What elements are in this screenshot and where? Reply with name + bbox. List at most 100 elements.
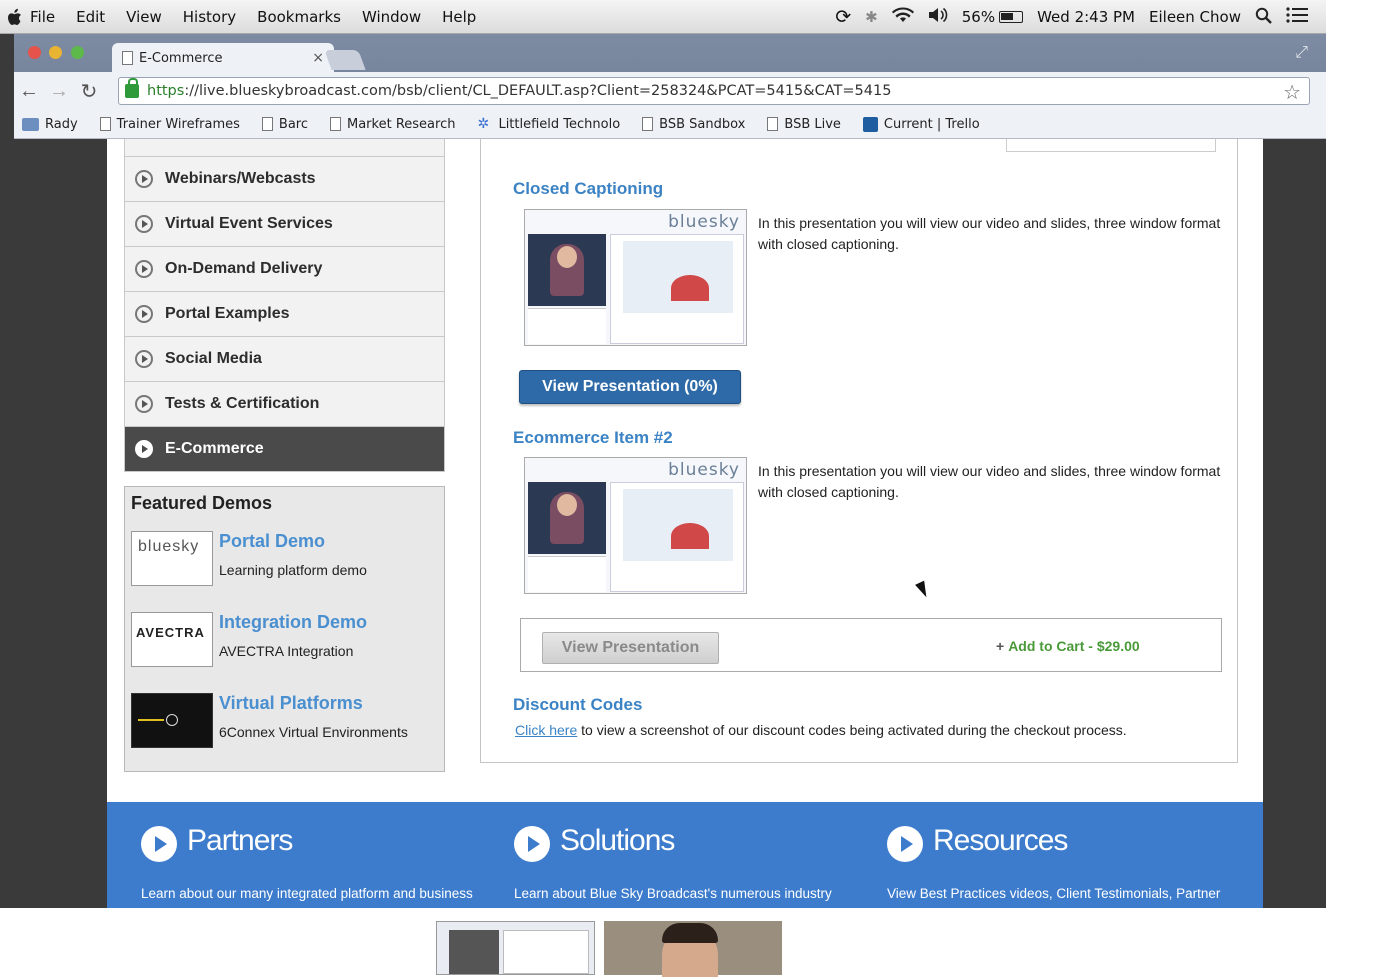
- footer-title[interactable]: Resources: [933, 824, 1068, 858]
- clock[interactable]: Wed 2:43 PM: [1037, 8, 1135, 26]
- user-name[interactable]: Eileen Chow: [1149, 8, 1241, 26]
- sidebar-item-portal-examples[interactable]: Portal Examples: [124, 292, 445, 337]
- discount-codes-title: Discount Codes: [513, 695, 643, 714]
- address-bar[interactable]: https ://live.blueskybroadcast.com/bsb/c…: [118, 77, 1310, 105]
- bookmark-rady[interactable]: Rady: [22, 117, 78, 132]
- wifi-icon[interactable]: [891, 7, 914, 27]
- view-presentation-button[interactable]: View Presentation (0%): [519, 370, 741, 404]
- trello-icon: [862, 116, 878, 132]
- demo-thumbnail[interactable]: AVECTRA: [131, 612, 213, 667]
- view-presentation-button-disabled[interactable]: View Presentation: [542, 632, 719, 664]
- screen: File Edit View History Bookmarks Window …: [0, 0, 1326, 908]
- pinwheel-icon: ✲: [477, 115, 490, 132]
- menu-help[interactable]: Help: [442, 8, 476, 26]
- footer-desc: Learn about our many integrated platform…: [141, 886, 473, 901]
- lock-icon[interactable]: [125, 78, 139, 98]
- play-circle-icon: [135, 395, 153, 413]
- bookmark-littlefield[interactable]: ✲ Littlefield Technolo: [477, 115, 620, 132]
- back-arrow-icon[interactable]: ←: [14, 80, 44, 103]
- menu-window[interactable]: Window: [362, 8, 421, 26]
- sidebar-item-partial[interactable]: [124, 139, 445, 157]
- url-text: ://live.blueskybroadcast.com/bsb/client/…: [184, 83, 892, 99]
- page-icon: [261, 117, 273, 131]
- bookmark-trello[interactable]: Current | Trello: [862, 116, 980, 132]
- demo-desc: 6Connex Virtual Environments: [219, 724, 408, 740]
- item-title-closed-captioning: Closed Captioning: [513, 179, 664, 198]
- minimize-window-button[interactable]: [49, 46, 62, 59]
- sidebar-item-on-demand[interactable]: On-Demand Delivery: [124, 247, 445, 292]
- sync-icon[interactable]: ⟳: [835, 6, 851, 28]
- bookmark-star-icon[interactable]: ☆: [1283, 80, 1301, 104]
- fullscreen-icon[interactable]: ⤢: [1295, 44, 1308, 62]
- bookmark-barc[interactable]: Barc: [261, 117, 308, 132]
- bluesky-logo: bluesky: [668, 460, 740, 480]
- tab-close-icon[interactable]: ×: [312, 50, 324, 66]
- thumb-stripe: [138, 719, 164, 721]
- webcam-thumbnail[interactable]: [604, 921, 782, 977]
- sidebar-item-label: On-Demand Delivery: [165, 260, 323, 277]
- battery-icon[interactable]: [999, 11, 1024, 23]
- add-to-cart-button[interactable]: + Add to Cart - $29.00: [996, 638, 1140, 654]
- partial-cart-box: [1006, 139, 1216, 152]
- play-circle-icon: [135, 215, 153, 233]
- battery-percent: 56%: [961, 8, 996, 26]
- play-circle-icon: [135, 305, 153, 323]
- demo-title[interactable]: Portal Demo: [219, 531, 325, 552]
- click-here-link[interactable]: Click here: [515, 722, 577, 738]
- bookmark-label: Trainer Wireframes: [116, 116, 240, 132]
- bookmark-market-research[interactable]: Market Research: [330, 117, 455, 132]
- sidebar-item-social-media[interactable]: Social Media: [124, 337, 445, 382]
- sidebar-item-label: Webinars/Webcasts: [165, 170, 316, 187]
- bookmark-trainer-wireframes[interactable]: Trainer Wireframes: [99, 116, 240, 132]
- menu-view[interactable]: View: [126, 8, 162, 26]
- featured-heading: Featured Demos: [131, 493, 273, 513]
- spotlight-search-icon[interactable]: [1255, 7, 1272, 28]
- slide-pane: [610, 234, 744, 344]
- bluetooth-icon[interactable]: ✱: [865, 8, 878, 26]
- demo-title[interactable]: Integration Demo: [219, 612, 367, 633]
- close-window-button[interactable]: [28, 46, 41, 59]
- sidebar-item-virtual-events[interactable]: Virtual Event Services: [124, 202, 445, 247]
- add-to-cart-label: Add to Cart - $29.00: [1008, 638, 1140, 654]
- presentation-thumbnail[interactable]: bluesky: [524, 209, 747, 346]
- play-circle-icon: [135, 170, 153, 188]
- bookmark-bsb-live[interactable]: BSB Live: [767, 117, 841, 132]
- demo-thumbnail[interactable]: [131, 693, 213, 748]
- footer-desc: View Best Practices videos, Client Testi…: [887, 886, 1221, 901]
- menu-history[interactable]: History: [183, 8, 236, 26]
- sidebar-item-ecommerce[interactable]: E-Commerce: [124, 427, 445, 472]
- zoom-window-button[interactable]: [71, 46, 84, 59]
- menu-file[interactable]: File: [30, 8, 55, 26]
- reload-icon[interactable]: ↻: [74, 79, 104, 104]
- sidebar-item-webinars[interactable]: Webinars/Webcasts: [124, 157, 445, 202]
- video-pane: [528, 482, 606, 554]
- folder-icon: [22, 117, 39, 131]
- url-scheme: https: [147, 83, 185, 99]
- presentation-thumbnail[interactable]: bluesky: [524, 457, 747, 594]
- play-icon: [166, 714, 178, 726]
- demo-thumbnail[interactable]: bluesky: [131, 531, 213, 586]
- item-title-ecommerce-2: Ecommerce Item #2: [513, 428, 673, 447]
- sidebar-item-tests[interactable]: Tests & Certification: [124, 382, 445, 427]
- tab-ecommerce[interactable]: E-Commerce ×: [112, 43, 334, 73]
- bookmark-label: Current | Trello: [883, 116, 980, 132]
- discount-text: Click here to view a screenshot of our d…: [515, 722, 1127, 738]
- play-circle-icon: [887, 826, 923, 862]
- forward-arrow-icon[interactable]: →: [44, 80, 74, 103]
- demo-desc: Learning platform demo: [219, 562, 367, 578]
- notification-list-icon[interactable]: [1286, 7, 1308, 27]
- bookmark-bsb-sandbox[interactable]: BSB Sandbox: [642, 117, 745, 132]
- apple-icon[interactable]: [4, 7, 26, 27]
- screen-share-thumbnail[interactable]: [436, 921, 595, 975]
- slide-pane: [610, 482, 744, 592]
- play-circle-icon: [135, 350, 153, 368]
- play-circle-icon: [135, 260, 153, 278]
- item-description: In this presentation you will view our v…: [758, 215, 1221, 252]
- new-tab-button[interactable]: [324, 50, 366, 70]
- menu-bookmarks[interactable]: Bookmarks: [257, 8, 341, 26]
- footer-title[interactable]: Partners: [187, 824, 293, 858]
- demo-title[interactable]: Virtual Platforms: [219, 693, 363, 714]
- volume-icon[interactable]: [928, 7, 948, 27]
- footer-title[interactable]: Solutions: [560, 824, 675, 858]
- menu-edit[interactable]: Edit: [76, 8, 105, 26]
